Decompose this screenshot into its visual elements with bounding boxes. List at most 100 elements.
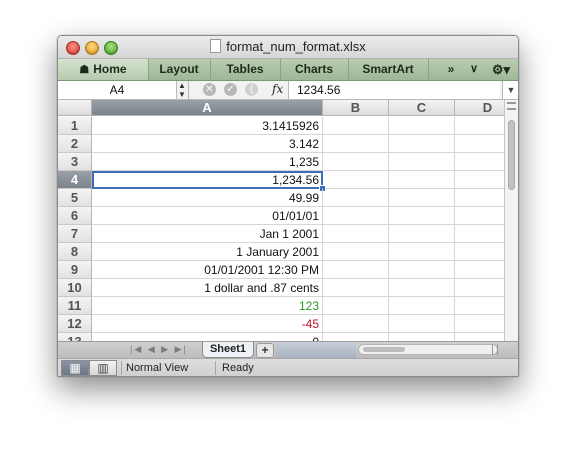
column-header-a[interactable]: A <box>92 100 323 116</box>
cell-a1[interactable]: 3.1415926 <box>92 117 323 135</box>
tab-layout[interactable]: Layout <box>148 59 211 80</box>
tab-home[interactable]: ☗ Home <box>58 59 149 80</box>
status-divider <box>121 361 122 375</box>
select-all-corner[interactable] <box>58 100 92 116</box>
cell-a2[interactable]: 3.142 <box>92 135 323 153</box>
spreadsheet-grid[interactable]: A B C D 1 3.1415926 2 3.142 3 1,235 4 1,234.56 5… <box>58 100 504 341</box>
function-paren-icon[interactable]: ( <box>245 83 258 96</box>
cell-a12[interactable]: -45 <box>92 315 323 333</box>
normal-view-button[interactable]: ▦ <box>61 360 89 376</box>
gear-icon[interactable]: ⚙▾ <box>486 59 516 80</box>
cell-d2[interactable] <box>455 135 504 153</box>
cell-b11[interactable] <box>323 297 389 315</box>
cell-c5[interactable] <box>389 189 455 207</box>
cell-b2[interactable] <box>323 135 389 153</box>
cell-c8[interactable] <box>389 243 455 261</box>
cell-d4[interactable] <box>455 171 504 189</box>
cell-c13[interactable] <box>389 333 455 341</box>
tab-tables[interactable]: Tables <box>210 59 281 80</box>
cell-b5[interactable] <box>323 189 389 207</box>
cell-d9[interactable] <box>455 261 504 279</box>
cell-d6[interactable] <box>455 207 504 225</box>
row-header[interactable]: 10 <box>58 279 92 297</box>
cell-d8[interactable] <box>455 243 504 261</box>
cell-c4[interactable] <box>389 171 455 189</box>
vertical-scroll-thumb[interactable] <box>508 120 515 190</box>
cell-c3[interactable] <box>389 153 455 171</box>
chevron-down-icon[interactable]: ∨ <box>464 59 484 80</box>
cell-b3[interactable] <box>323 153 389 171</box>
cell-a9[interactable]: 01/01/2001 12:30 PM <box>92 261 323 279</box>
cell-a11[interactable]: 123 <box>92 297 323 315</box>
name-box[interactable]: A4 <box>58 81 177 99</box>
sheet-tab-sheet1[interactable]: Sheet1 <box>202 342 254 358</box>
cell-c2[interactable] <box>389 135 455 153</box>
active-cell-a4[interactable]: 1,234.56 <box>92 171 323 189</box>
row-header[interactable]: 9 <box>58 261 92 279</box>
column-header-b[interactable]: B <box>323 100 389 116</box>
add-sheet-button[interactable]: + <box>256 343 274 358</box>
cell-a13[interactable]: 0 <box>92 333 323 341</box>
cell-b12[interactable] <box>323 315 389 333</box>
row-header[interactable]: 1 <box>58 117 92 135</box>
cell-c11[interactable] <box>389 297 455 315</box>
row-header[interactable]: 5 <box>58 189 92 207</box>
cell-c7[interactable] <box>389 225 455 243</box>
cell-c6[interactable] <box>389 207 455 225</box>
confirm-entry-icon[interactable]: ✓ <box>224 83 237 96</box>
row-header[interactable]: 2 <box>58 135 92 153</box>
row-header[interactable]: 11 <box>58 297 92 315</box>
cell-b4[interactable] <box>323 171 389 189</box>
cell-a5[interactable]: 49.99 <box>92 189 323 207</box>
cell-b7[interactable] <box>323 225 389 243</box>
cell-b13[interactable] <box>323 333 389 341</box>
cell-a7[interactable]: Jan 1 2001 <box>92 225 323 243</box>
cell-c9[interactable] <box>389 261 455 279</box>
name-box-stepper-icon[interactable]: ▲ ▼ <box>176 81 189 99</box>
cell-d5[interactable] <box>455 189 504 207</box>
cell-a3[interactable]: 1,235 <box>92 153 323 171</box>
double-chevron-right-icon[interactable]: » <box>438 59 464 80</box>
cell-c12[interactable] <box>389 315 455 333</box>
cell-d13[interactable] <box>455 333 504 341</box>
row-header[interactable]: 3 <box>58 153 92 171</box>
tab-smartart[interactable]: SmartArt <box>348 59 429 80</box>
cell-b10[interactable] <box>323 279 389 297</box>
cancel-entry-icon[interactable]: ✕ <box>203 83 216 96</box>
cell-d7[interactable] <box>455 225 504 243</box>
column-header-c[interactable]: C <box>389 100 455 116</box>
horizontal-scrollbar[interactable] <box>358 344 498 355</box>
view-mode-label: Normal View <box>126 362 189 374</box>
split-handle-icon[interactable] <box>507 102 516 110</box>
cell-c10[interactable] <box>389 279 455 297</box>
cell-a8[interactable]: 1 January 2001 <box>92 243 323 261</box>
expand-formula-icon[interactable]: ▼ <box>502 81 518 99</box>
cell-d12[interactable] <box>455 315 504 333</box>
row-header[interactable]: 7 <box>58 225 92 243</box>
cell-d1[interactable] <box>455 117 504 135</box>
insert-function-button[interactable]: fx <box>272 82 283 96</box>
horizontal-split-handle-icon[interactable] <box>492 344 498 355</box>
cell-b6[interactable] <box>323 207 389 225</box>
cell-b8[interactable] <box>323 243 389 261</box>
horizontal-scroll-thumb[interactable] <box>363 347 405 352</box>
cell-a10[interactable]: 1 dollar and .87 cents <box>92 279 323 297</box>
row-header[interactable]: 13 <box>58 333 92 341</box>
cell-d10[interactable] <box>455 279 504 297</box>
cell-b1[interactable] <box>323 117 389 135</box>
formula-input[interactable]: 1234.56 <box>288 81 500 99</box>
column-header-d[interactable]: D <box>455 100 504 116</box>
page-layout-view-button[interactable]: ▥ <box>89 360 117 376</box>
cell-d3[interactable] <box>455 153 504 171</box>
cell-a6[interactable]: 01/01/01 <box>92 207 323 225</box>
cell-c1[interactable] <box>389 117 455 135</box>
sheet-nav-arrows-icon[interactable]: |◀ ◀ ▶ ▶| <box>130 344 188 355</box>
cell-b9[interactable] <box>323 261 389 279</box>
row-header[interactable]: 6 <box>58 207 92 225</box>
row-header[interactable]: 4 <box>58 171 92 189</box>
tab-charts[interactable]: Charts <box>280 59 349 80</box>
row-header[interactable]: 12 <box>58 315 92 333</box>
row-header[interactable]: 8 <box>58 243 92 261</box>
cell-d11[interactable] <box>455 297 504 315</box>
vertical-scrollbar[interactable] <box>504 100 518 341</box>
